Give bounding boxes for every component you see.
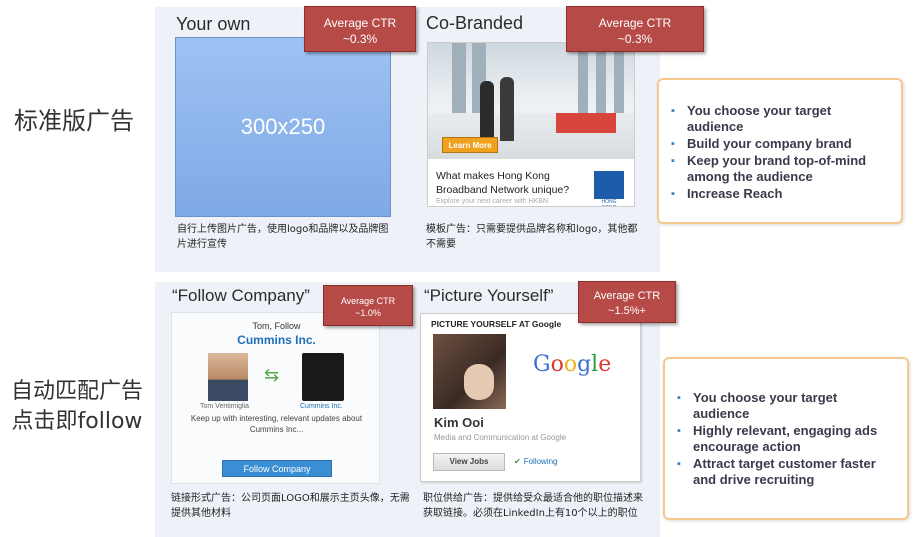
following-status[interactable]: ✔ Following	[514, 457, 558, 466]
learn-more-button[interactable]: Learn More	[442, 137, 498, 153]
co-branded-caption: What makes Hong Kong Broadband Network u…	[436, 170, 570, 196]
picture-yourself-ad-creative: PICTURE YOURSELF AT Google Google Kim Oo…	[420, 313, 641, 482]
ctr-badge-co-branded: Average CTR ~0.3%	[566, 6, 704, 52]
standard-ads-benefits-callout: You choose your target audience Build yo…	[657, 78, 903, 224]
ad-description-picture-yourself: 职位供给广告：提供给受众最适合他的职位描述来获取链接。必须在LinkedIn上有…	[423, 493, 643, 519]
employee-photo	[433, 334, 506, 409]
co-branded-ad-creative[interactable]: Learn More What makes Hong Kong Broadban…	[427, 42, 635, 207]
ctr-badge-follow-company: Average CTR ~1.0%	[323, 285, 413, 326]
swap-arrows-icon: ⇆	[264, 365, 280, 385]
benefit-item: Build your company brand	[671, 136, 891, 152]
ad-description-follow-company: 链接形式广告：公司页面LOGO和展示主页头像，无需提供其他材料	[171, 493, 410, 519]
auto-match-ads-benefits-callout: You choose your target audience Highly r…	[663, 357, 909, 520]
ad-description-co-branded: 模板广告：只需要提供品牌名称和logo，其他都不需要	[426, 224, 638, 250]
ctr-badge-your-own: Average CTR ~0.3%	[304, 6, 416, 52]
ctr-label: Average CTR	[593, 290, 661, 302]
benefit-item: Attract target customer faster and drive…	[677, 456, 897, 488]
hkbn-logo-text: HONG KONG BROADBAND NETWORK	[601, 199, 617, 206]
benefit-item: Keep your brand top-of-mind among the au…	[671, 153, 891, 185]
hkbn-logo	[594, 171, 624, 199]
google-logo: Google	[533, 352, 612, 377]
member-avatar	[208, 353, 248, 401]
benefit-item: Increase Reach	[671, 186, 891, 202]
row-label-auto-match-ads: 自动匹配广告 点击即follow	[2, 377, 152, 437]
ad-title-your-own: Your own	[176, 14, 251, 34]
ctr-value: ~1.0%	[355, 308, 381, 318]
ad-title-co-branded: Co-Branded	[426, 13, 524, 33]
row-label-line-2: 点击即follow	[11, 409, 143, 434]
employee-role: Media and Communication at Google	[434, 433, 567, 442]
ctr-value: ~1.5%+	[608, 305, 646, 317]
benefit-item: You choose your target audience	[677, 390, 897, 422]
employee-name: Kim Ooi	[434, 415, 484, 430]
ad-placeholder-300x250: 300x250	[175, 37, 391, 217]
ad-description-your-own: 自行上传图片广告，使用logo和品牌以及品牌图片进行宣传	[177, 224, 389, 250]
company-logo-name[interactable]: Cummins Inc.	[300, 403, 343, 410]
ctr-label: Average CTR	[323, 16, 397, 30]
co-branded-subcaption: Explore your next career with HKBN	[436, 198, 549, 205]
benefit-item: Highly relevant, engaging ads encourage …	[677, 423, 897, 455]
picture-yourself-header: PICTURE YOURSELF AT Google	[431, 319, 562, 329]
follow-message: Keep up with interesting, relevant updat…	[190, 414, 363, 434]
following-label: Following	[523, 457, 558, 466]
ctr-value: ~0.3%	[342, 32, 378, 46]
company-name-link[interactable]: Cummins Inc.	[172, 333, 381, 347]
ctr-label: Average CTR	[598, 16, 672, 30]
checkmark-icon: ✔	[514, 457, 521, 466]
ad-title-picture-yourself: “Picture Yourself”	[424, 286, 554, 305]
view-jobs-button[interactable]: View Jobs	[433, 453, 505, 471]
benefit-item: You choose your target audience	[671, 103, 891, 135]
ctr-badge-picture-yourself: Average CTR ~1.5%+	[578, 281, 676, 323]
cummins-logo	[302, 353, 344, 401]
follow-company-button[interactable]: Follow Company	[222, 460, 332, 477]
member-name: Tom Ventimiglia	[200, 403, 250, 410]
ctr-value: ~0.3%	[617, 32, 653, 46]
row-label-standard-ads: 标准版广告	[14, 107, 134, 135]
ad-title-follow-company: “Follow Company”	[172, 286, 310, 305]
ctr-label: Average CTR	[340, 296, 396, 306]
follow-company-ad-creative: Tom, Follow Cummins Inc. ⇆ Tom Ventimigl…	[171, 312, 380, 484]
row-label-line-1: 自动匹配广告	[10, 379, 143, 404]
